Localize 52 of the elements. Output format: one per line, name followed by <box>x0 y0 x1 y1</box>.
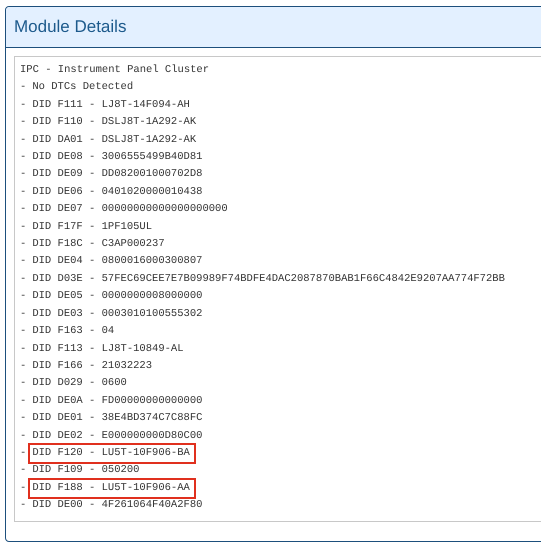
detail-line: No DTCs Detected <box>32 80 134 96</box>
detail-line: DID F111 - LJ8T-14F094-AH <box>32 98 190 113</box>
line-dash: - <box>20 480 28 496</box>
line-dash: - <box>20 428 28 444</box>
line-dash: - <box>20 498 28 514</box>
line-dash: - <box>20 289 28 304</box>
line-dash: - <box>20 446 28 461</box>
line-dash: - <box>20 358 28 374</box>
line-dash: - <box>20 184 28 200</box>
line-dash: - <box>20 376 28 392</box>
line-dash: - <box>20 202 28 218</box>
detail-line: DID DE03 - 0003010100555302 <box>32 306 202 322</box>
detail-line: DID D029 - 0600 <box>32 376 127 392</box>
detail-line: DID DA01 - DSLJ8T-1A292-AK <box>32 132 196 148</box>
detail-line: DID DE06 - 0401020000010438 <box>32 184 202 200</box>
line-dash: - <box>20 132 28 148</box>
line-dash: - <box>20 254 28 270</box>
detail-line: DID F113 - LJ8T-10849-AL <box>32 342 184 356</box>
line-dash: - <box>20 342 28 356</box>
detail-line: DID F166 - 21032223 <box>32 358 152 374</box>
line-dash: - <box>20 237 28 252</box>
detail-line: DID DE09 - DD082001000702D8 <box>32 167 202 182</box>
line-dash: - <box>20 411 28 426</box>
detail-line: DID F109 - 050200 <box>32 463 140 478</box>
line-dash: - <box>20 306 28 322</box>
detail-line: DID D03E - 57FEC69CEE7E7B09989F74BDFE4DAC2087870BAB1F66C4842E9207AA774F72BB <box>32 272 505 287</box>
line-dash: - <box>20 394 28 409</box>
line-dash: - <box>20 463 28 478</box>
line-dash: - <box>20 115 28 130</box>
detail-line: DID F110 - DSLJ8T-1A292-AK <box>32 115 196 130</box>
panel-title: Module Details <box>14 16 126 38</box>
detail-line: DID F120 - LU5T-10F906-BA <box>30 444 194 462</box>
detail-line: DID DE01 - 38E4BD374C7C88FC <box>32 411 202 426</box>
line-dash: - <box>20 220 28 235</box>
detail-line: DID F163 - 04 <box>32 324 114 340</box>
detail-line: DID F17F - 1PF105UL <box>32 220 152 235</box>
detail-line: DID DE05 - 0000000008000000 <box>32 289 202 304</box>
line-dash: - <box>20 80 28 96</box>
detail-line: DID DE0A - FD00000000000000 <box>32 394 202 409</box>
line-dash: - <box>20 150 28 166</box>
detail-line: DID F188 - LU5T-10F906-AA <box>30 480 194 498</box>
line-dash: - <box>20 324 28 340</box>
detail-line: IPC - Instrument Panel Cluster <box>20 63 210 78</box>
detail-line: DID DE08 - 3006555499B40D81 <box>32 150 202 166</box>
detail-line: DID F18C - C3AP000237 <box>32 237 165 252</box>
detail-line: DID DE02 - E000000000D80C00 <box>32 428 202 444</box>
detail-line: DID DE00 - 4F261064F40A2F80 <box>32 498 202 514</box>
line-dash: - <box>20 167 28 182</box>
line-dash: - <box>20 98 28 113</box>
line-dash: - <box>20 272 28 287</box>
detail-line: DID DE07 - 00000000000000000000 <box>32 202 228 218</box>
detail-line: DID DE04 - 0800016000300807 <box>32 254 202 270</box>
